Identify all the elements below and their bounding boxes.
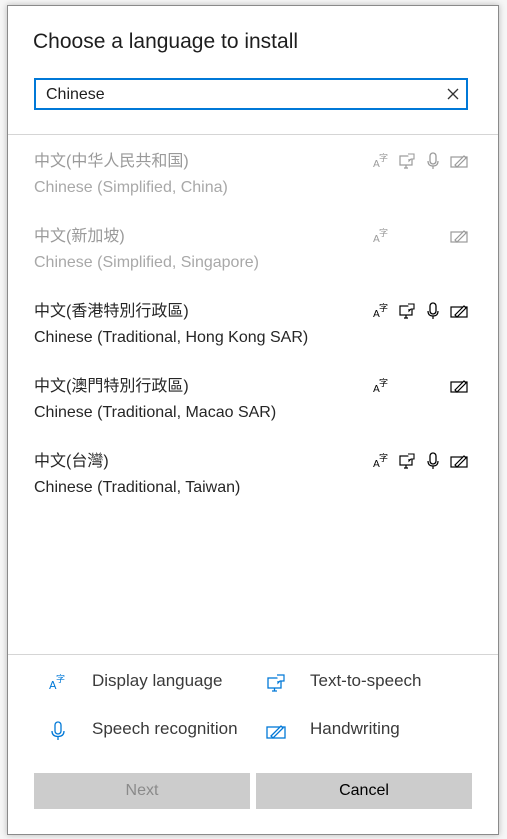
language-item-zh-hk[interactable]: 中文(香港特別行政區) Chinese (Traditional, Hong K… [8, 294, 498, 368]
legend-label: Display language [92, 671, 223, 690]
language-english-name: Chinese (Traditional, Macao SAR) [34, 404, 277, 421]
text-to-speech-icon [398, 452, 416, 470]
language-native-name: 中文(澳門特別行政區) [34, 378, 189, 395]
svg-text:字: 字 [379, 302, 388, 314]
handwriting-icon [266, 721, 286, 741]
display-language-icon: A字 [372, 377, 390, 395]
search-box[interactable] [34, 78, 468, 110]
handwriting-icon [450, 152, 468, 170]
language-english-name: Chinese (Simplified, Singapore) [34, 254, 259, 271]
language-native-name: 中文(香港特別行政區) [34, 303, 189, 320]
legend-label: Text-to-speech [310, 671, 422, 690]
display-language-icon: A字 [372, 152, 390, 170]
language-english-name: Chinese (Simplified, China) [34, 179, 228, 196]
svg-text:字: 字 [56, 673, 65, 685]
speech-recognition-icon [424, 152, 442, 170]
speech-recognition-icon [424, 302, 442, 320]
language-native-name: 中文(新加坡) [34, 228, 125, 245]
language-native-name: 中文(台灣) [34, 453, 109, 470]
svg-text:字: 字 [379, 227, 388, 239]
language-item-zh-mo[interactable]: 中文(澳門特別行政區) Chinese (Traditional, Macao … [8, 369, 498, 443]
clear-search-icon[interactable] [446, 87, 460, 101]
search-input[interactable] [46, 84, 426, 106]
language-english-name: Chinese (Traditional, Hong Kong SAR) [34, 329, 309, 346]
language-english-name: Chinese (Traditional, Taiwan) [34, 479, 241, 496]
language-item-zh-tw[interactable]: 中文(台灣) Chinese (Traditional, Taiwan) A字 [8, 444, 498, 518]
speech-recognition-icon [48, 721, 68, 741]
display-language-icon: A字 [372, 452, 390, 470]
text-to-speech-icon [398, 302, 416, 320]
legend-label: Speech recognition [92, 719, 238, 738]
legend-label: Handwriting [310, 719, 400, 738]
cancel-button[interactable]: Cancel [256, 773, 472, 809]
language-item-zh-cn[interactable]: 中文(中华人民共和国) Chinese (Simplified, China) … [8, 144, 498, 218]
speech-recognition-icon [424, 452, 442, 470]
display-language-icon: A字 [372, 227, 390, 245]
handwriting-icon [450, 452, 468, 470]
text-to-speech-icon [266, 673, 286, 693]
dialog-title: Choose a language to install [33, 30, 299, 53]
choose-language-dialog: Choose a language to install 中文(中华人民共和国)… [7, 5, 499, 835]
next-button[interactable]: Next [34, 773, 250, 809]
svg-text:字: 字 [379, 377, 388, 389]
svg-text:字: 字 [379, 452, 388, 464]
display-language-icon: A字 [48, 673, 68, 693]
handwriting-icon [450, 302, 468, 320]
handwriting-icon [450, 377, 468, 395]
divider [8, 654, 498, 655]
language-item-zh-sg[interactable]: 中文(新加坡) Chinese (Simplified, Singapore) … [8, 219, 498, 293]
handwriting-icon [450, 227, 468, 245]
divider [8, 134, 498, 135]
display-language-icon: A字 [372, 302, 390, 320]
svg-text:字: 字 [379, 152, 388, 164]
language-native-name: 中文(中华人民共和国) [34, 153, 189, 170]
text-to-speech-icon [398, 152, 416, 170]
